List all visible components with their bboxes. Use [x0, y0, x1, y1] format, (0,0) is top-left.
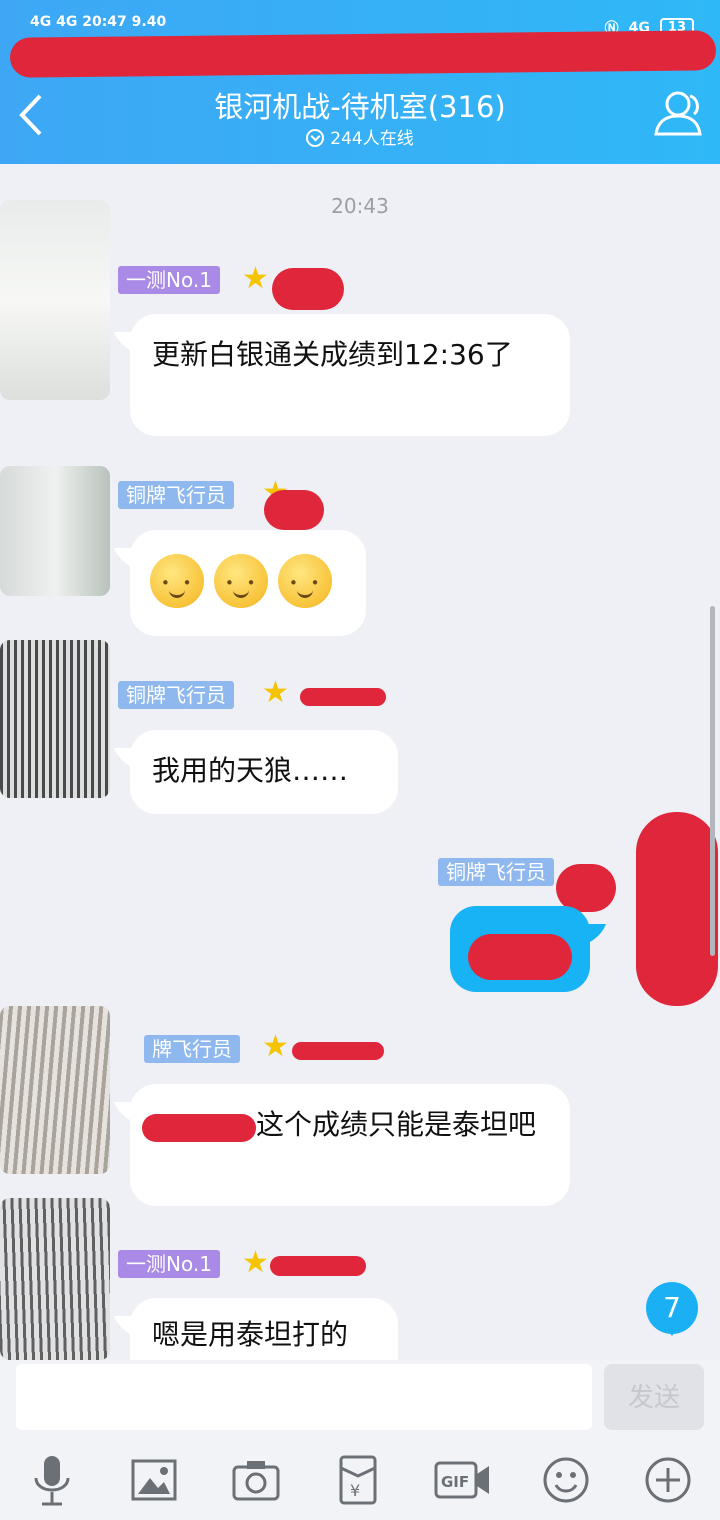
unread-count-badge[interactable]: 7 [646, 1282, 698, 1336]
member-title-badge: 一测No.1 [118, 1250, 220, 1278]
redaction-mark [636, 812, 718, 1006]
message-text: 我用的天狼…… [152, 754, 349, 787]
message-text: 嗯是用泰坦打的 [152, 1318, 349, 1351]
member-title-badge: 牌飞行员 [144, 1035, 240, 1063]
emoji-button[interactable] [538, 1452, 594, 1508]
gif-button[interactable]: GIF [432, 1452, 492, 1508]
image-icon [131, 1459, 177, 1501]
scrollbar[interactable] [710, 606, 715, 956]
avatar[interactable] [0, 200, 110, 400]
redaction-mark [264, 490, 324, 530]
gif-icon: GIF [434, 1461, 489, 1499]
message-text: 更新白银通关成绩到12:36了 [152, 338, 513, 371]
redaction-mark [272, 268, 344, 310]
redaction-mark [300, 688, 386, 706]
microphone-icon [34, 1456, 70, 1506]
avatar[interactable] [0, 466, 110, 596]
send-button[interactable]: 发送 [604, 1364, 704, 1430]
status-bar-left: 4G 4G 20:47 9.40 [30, 14, 167, 30]
svg-text:¥: ¥ [350, 1481, 360, 1500]
message-bubble[interactable]: 更新白银通关成绩到12:36了 [130, 314, 570, 436]
more-button[interactable] [640, 1452, 696, 1508]
star-icon: ★ [242, 261, 269, 296]
red-packet-button[interactable]: ¥ [330, 1452, 386, 1508]
camera-icon [232, 1461, 280, 1501]
image-button[interactable] [126, 1452, 182, 1508]
red-packet-icon: ¥ [339, 1455, 377, 1505]
chat-header: 4G 4G 20:47 9.40 Ⓝ 4G 13 银河机战-待机室(316) 2… [0, 0, 720, 164]
camera-button[interactable] [228, 1452, 284, 1508]
avatar[interactable] [0, 1198, 110, 1360]
svg-text:GIF: GIF [441, 1473, 469, 1491]
smile-emoji-icon [214, 554, 268, 608]
member-title-badge: 铜牌飞行员 [118, 481, 234, 509]
star-icon: ★ [242, 1245, 269, 1280]
redaction-mark [270, 1256, 366, 1276]
smile-emoji-icon [278, 554, 332, 608]
redaction-mark [292, 1042, 384, 1060]
avatar[interactable] [0, 640, 110, 798]
plus-icon [645, 1457, 691, 1503]
redaction-mark [142, 1114, 256, 1142]
emoji-icon [543, 1457, 589, 1503]
avatar[interactable] [0, 1006, 110, 1174]
redaction-mark [468, 934, 572, 980]
group-members-button[interactable] [650, 88, 706, 138]
chevron-down-icon [306, 129, 325, 147]
message-bubble[interactable] [130, 530, 366, 636]
message-bubble[interactable]: 嗯是用泰坦打的 [130, 1298, 398, 1360]
group-title[interactable]: 银河机战-待机室(316) [0, 84, 720, 126]
member-title-badge: 铜牌飞行员 [438, 858, 554, 886]
star-icon: ★ [262, 1029, 289, 1064]
message-input[interactable] [16, 1364, 592, 1430]
smile-emoji-icon [150, 554, 204, 608]
online-count[interactable]: 244人在线 [0, 124, 720, 149]
online-label: 244人在线 [330, 129, 414, 149]
member-title-badge: 铜牌飞行员 [118, 681, 234, 709]
message-bubble[interactable]: 这个成绩只能是泰坦吧 [130, 1084, 570, 1206]
redaction-mark [556, 864, 616, 912]
star-icon: ★ [262, 675, 289, 710]
members-icon [654, 91, 702, 136]
redaction-mark [9, 30, 717, 78]
voice-button[interactable] [24, 1452, 80, 1508]
member-title-badge: 一测No.1 [118, 266, 220, 294]
message-text: 这个成绩只能是泰坦吧 [256, 1108, 537, 1141]
message-bubble[interactable]: 我用的天狼…… [130, 730, 398, 814]
